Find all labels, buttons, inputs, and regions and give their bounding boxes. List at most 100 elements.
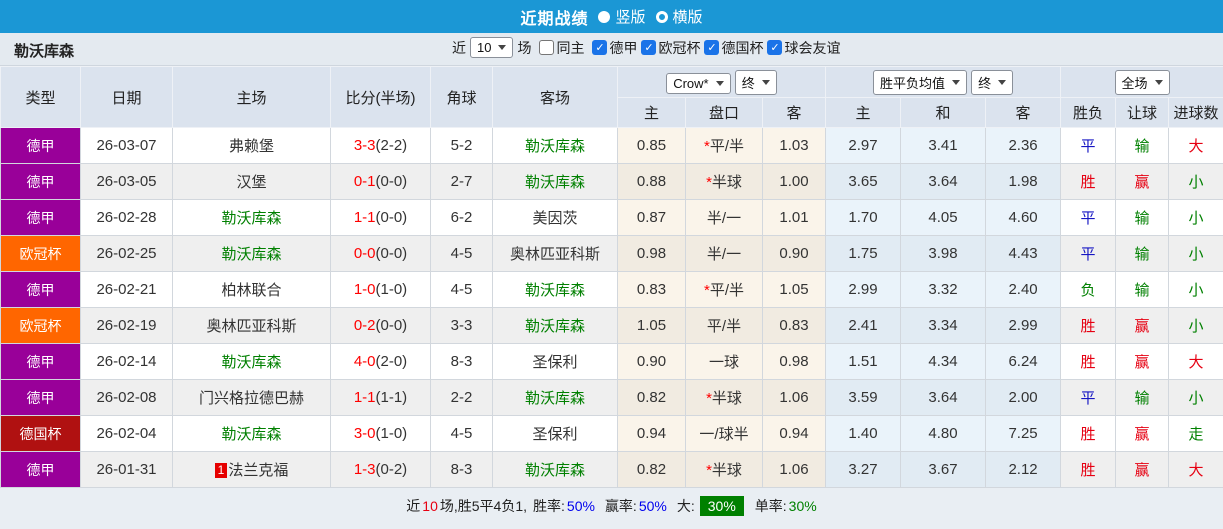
league-filter-0[interactable]: ✓德甲 (592, 38, 637, 58)
layout-radio-vertical[interactable]: 竖版 (598, 6, 645, 27)
chevron-down-icon (716, 81, 724, 86)
league-badge: 欧冠杯 (1, 308, 81, 344)
league-badge: 德甲 (1, 272, 81, 308)
footer-singlerate-value: 30% (789, 498, 817, 514)
col-type: 类型 (1, 67, 81, 128)
result-goals: 小 (1169, 308, 1223, 344)
league-badge: 德甲 (1, 128, 81, 164)
result-handicap: 赢 (1116, 416, 1169, 452)
avg-away-odds: 4.60 (986, 200, 1061, 236)
result-wdl: 胜 (1061, 452, 1116, 488)
home-team-name: 勒沃库森 (221, 354, 281, 371)
footer-winrate-label: 胜率: (533, 496, 565, 516)
col-wdl: 胜负 (1061, 98, 1116, 128)
result-wdl: 平 (1061, 380, 1116, 416)
col-date: 日期 (81, 67, 173, 128)
avg-away-odds: 2.00 (986, 380, 1061, 416)
league-filter-3[interactable]: ✓球会友谊 (767, 38, 840, 58)
scope-select[interactable]: 全场 (1115, 70, 1170, 95)
layout-radio-horizontal[interactable]: 横版 (656, 6, 703, 27)
table-row: 德国杯26-02-04勒沃库森3-0(1-0)4-5圣保利0.94一/球半0.9… (1, 416, 1223, 452)
same-home-checkbox[interactable] (539, 40, 554, 55)
odds-source-select[interactable]: Crow* (666, 73, 730, 94)
away-team-name: 圣保利 (532, 426, 577, 443)
table-row: 德甲26-02-28勒沃库森1-1(0-0)6-2美因茨0.87半/一1.011… (1, 200, 1223, 236)
score: 4-0(2-0) (331, 344, 431, 380)
radio-unselected-icon[interactable] (656, 11, 668, 23)
league-checkbox[interactable]: ✓ (704, 40, 719, 55)
avg-group-header: 胜平负均值 终 (826, 67, 1061, 98)
col-home: 主场 (173, 67, 331, 128)
result-handicap: 输 (1116, 380, 1169, 416)
avg-home-odds: 3.65 (826, 164, 901, 200)
league-checkbox[interactable]: ✓ (592, 40, 607, 55)
footer-summary: 场,胜5平4负1, (440, 496, 527, 516)
col-avg-draw: 和 (901, 98, 986, 128)
result-handicap: 输 (1116, 128, 1169, 164)
result-handicap: 赢 (1116, 344, 1169, 380)
avg-draw-odds: 3.64 (901, 380, 986, 416)
avg-away-odds: 6.24 (986, 344, 1061, 380)
table-row: 德甲26-02-21柏林联合1-0(1-0)4-5勒沃库森0.83*平/半1.0… (1, 272, 1223, 308)
odds-group-header: Crow* 终 (618, 67, 826, 98)
score: 0-2(0-0) (331, 308, 431, 344)
result-goals: 小 (1169, 272, 1223, 308)
corners: 2-2 (431, 380, 493, 416)
away-team: 圣保利 (493, 416, 618, 452)
avg-away-odds: 1.98 (986, 164, 1061, 200)
crow-home-odds: 0.90 (618, 344, 686, 380)
league-checkbox[interactable]: ✓ (641, 40, 656, 55)
chevron-down-icon (498, 45, 506, 50)
match-date: 26-02-14 (81, 344, 173, 380)
result-wdl: 负 (1061, 272, 1116, 308)
result-goals: 小 (1169, 236, 1223, 272)
home-team: 勒沃库森 (173, 200, 331, 236)
home-team: 门兴格拉德巴赫 (173, 380, 331, 416)
away-team: 勒沃库森 (493, 308, 618, 344)
radio-selected-icon[interactable] (598, 11, 610, 23)
handicap: *半球 (686, 452, 763, 488)
crow-home-odds: 1.05 (618, 308, 686, 344)
home-team: 汉堡 (173, 164, 331, 200)
home-team-name: 勒沃库森 (221, 210, 281, 227)
corners: 4-5 (431, 236, 493, 272)
crow-away-odds: 1.01 (763, 200, 826, 236)
corners: 8-3 (431, 344, 493, 380)
away-team: 奥林匹亚科斯 (493, 236, 618, 272)
footer-big-value: 30% (700, 496, 744, 516)
title-bar: 近期战绩 竖版 横版 (0, 0, 1223, 33)
avg-home-odds: 2.99 (826, 272, 901, 308)
away-team-name: 勒沃库森 (525, 282, 585, 299)
result-goals: 大 (1169, 344, 1223, 380)
avg-home-odds: 3.59 (826, 380, 901, 416)
crow-away-odds: 0.90 (763, 236, 826, 272)
col-let: 让球 (1116, 98, 1169, 128)
league-checkbox[interactable]: ✓ (767, 40, 782, 55)
away-team: 勒沃库森 (493, 452, 618, 488)
league-filter-1[interactable]: ✓欧冠杯 (641, 38, 700, 58)
match-date: 26-02-21 (81, 272, 173, 308)
crow-home-odds: 0.98 (618, 236, 686, 272)
same-home-filter[interactable]: 同主 (539, 38, 584, 58)
avg-source-select[interactable]: 胜平负均值 (873, 70, 967, 95)
col-corners: 角球 (431, 67, 493, 128)
handicap: *半球 (686, 380, 763, 416)
avg-time-select[interactable]: 终 (971, 70, 1013, 95)
home-team-name: 汉堡 (236, 174, 266, 191)
avg-home-odds: 1.40 (826, 416, 901, 452)
away-team: 圣保利 (493, 344, 618, 380)
league-badge: 欧冠杯 (1, 236, 81, 272)
match-count-select[interactable]: 10 (470, 37, 513, 58)
results-table: 类型 日期 主场 比分(半场) 角球 客场 Crow* 终 胜平负均值 (0, 66, 1223, 488)
crow-away-odds: 0.98 (763, 344, 826, 380)
odds-time-select[interactable]: 终 (735, 70, 777, 95)
result-wdl: 平 (1061, 236, 1116, 272)
home-team: 勒沃库森 (173, 344, 331, 380)
radio-vertical-label: 竖版 (615, 6, 645, 27)
avg-draw-odds: 3.64 (901, 164, 986, 200)
avg-away-odds: 2.99 (986, 308, 1061, 344)
col-odds-away: 客 (763, 98, 826, 128)
table-row: 德甲26-03-05汉堡0-1(0-0)2-7勒沃库森0.88*半球1.003.… (1, 164, 1223, 200)
crow-home-odds: 0.85 (618, 128, 686, 164)
league-filter-2[interactable]: ✓德国杯 (704, 38, 763, 58)
